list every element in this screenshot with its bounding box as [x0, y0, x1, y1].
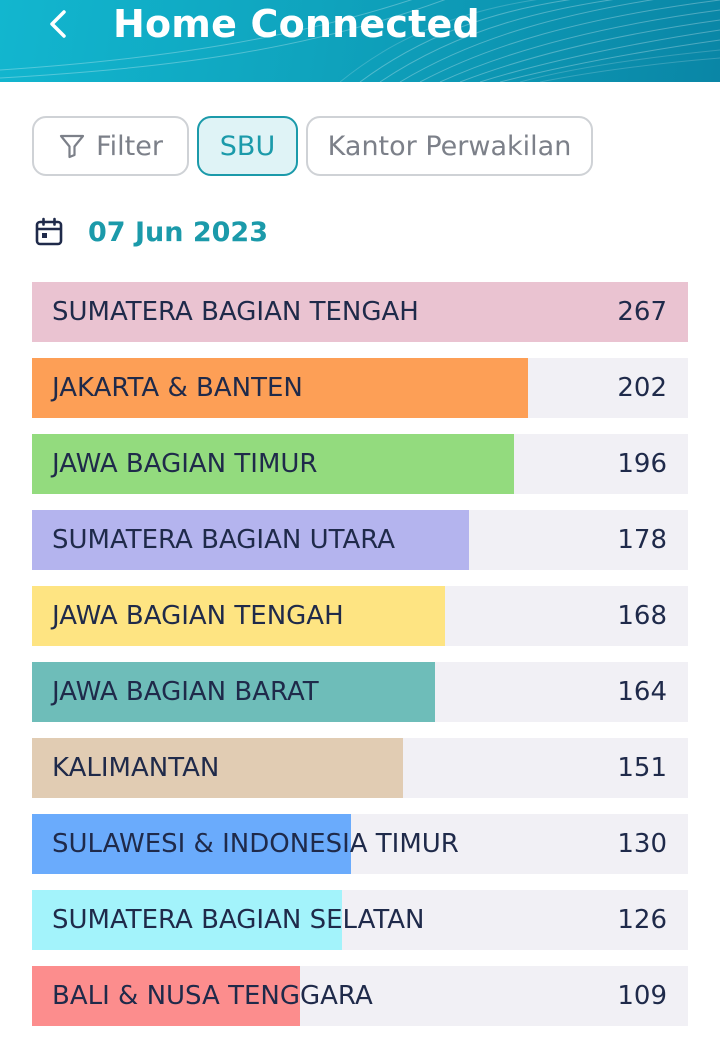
page-title: Home Connected	[113, 2, 480, 46]
bar-label: SUMATERA BAGIAN SELATAN	[52, 905, 425, 935]
chip-kantor-perwakilan[interactable]: Kantor Perwakilan	[306, 116, 593, 176]
bar-label: KALIMANTAN	[52, 753, 220, 783]
bar-row[interactable]: JAWA BAGIAN BARAT 164	[32, 662, 688, 722]
bar-label: JAKARTA & BANTEN	[52, 373, 303, 403]
bar-label: JAWA BAGIAN TIMUR	[52, 449, 318, 479]
app-header: Home Connected	[0, 0, 720, 82]
bar-row[interactable]: SUMATERA BAGIAN UTARA 178	[32, 510, 688, 570]
bar-value: 130	[617, 829, 667, 859]
bar-row[interactable]: JAWA BAGIAN TENGAH 168	[32, 586, 688, 646]
bar-row[interactable]: JAWA BAGIAN TIMUR 196	[32, 434, 688, 494]
bar-row[interactable]: JAKARTA & BANTEN 202	[32, 358, 688, 418]
bar-row[interactable]: KALIMANTAN 151	[32, 738, 688, 798]
bar-value: 196	[617, 449, 667, 479]
filter-button-label: Filter	[96, 130, 163, 162]
bar-value: 267	[617, 297, 667, 327]
bar-row[interactable]: SULAWESI & INDONESIA TIMUR 130	[32, 814, 688, 874]
bar-label: JAWA BAGIAN BARAT	[52, 677, 319, 707]
chip-sbu[interactable]: SBU	[197, 116, 298, 176]
chip-kantor-perwakilan-label: Kantor Perwakilan	[327, 130, 572, 162]
bar-row[interactable]: SUMATERA BAGIAN TENGAH 267	[32, 282, 688, 342]
chevron-left-icon	[47, 9, 69, 39]
bar-row[interactable]: BALI & NUSA TENGGARA 109	[32, 966, 688, 1026]
bar-label: JAWA BAGIAN TENGAH	[52, 601, 344, 631]
date-value: 07 Jun 2023	[88, 216, 269, 248]
bar-value: 126	[617, 905, 667, 935]
chip-sbu-label: SBU	[219, 130, 276, 162]
date-selector[interactable]: 07 Jun 2023	[34, 212, 268, 252]
bar-value: 178	[617, 525, 667, 555]
bar-label: BALI & NUSA TENGGARA	[52, 981, 373, 1011]
bar-value: 168	[617, 601, 667, 631]
bar-label: SUMATERA BAGIAN TENGAH	[52, 297, 419, 327]
bar-label: SULAWESI & INDONESIA TIMUR	[52, 829, 459, 859]
bar-value: 151	[617, 753, 667, 783]
bar-value: 109	[617, 981, 667, 1011]
filter-button[interactable]: Filter	[32, 116, 189, 176]
bar-value: 202	[617, 373, 667, 403]
bar-row[interactable]: SUMATERA BAGIAN SELATAN 126	[32, 890, 688, 950]
bar-value: 164	[617, 677, 667, 707]
calendar-icon	[34, 217, 64, 247]
funnel-icon	[58, 132, 86, 160]
back-button[interactable]	[38, 0, 78, 48]
bar-label: SUMATERA BAGIAN UTARA	[52, 525, 396, 555]
